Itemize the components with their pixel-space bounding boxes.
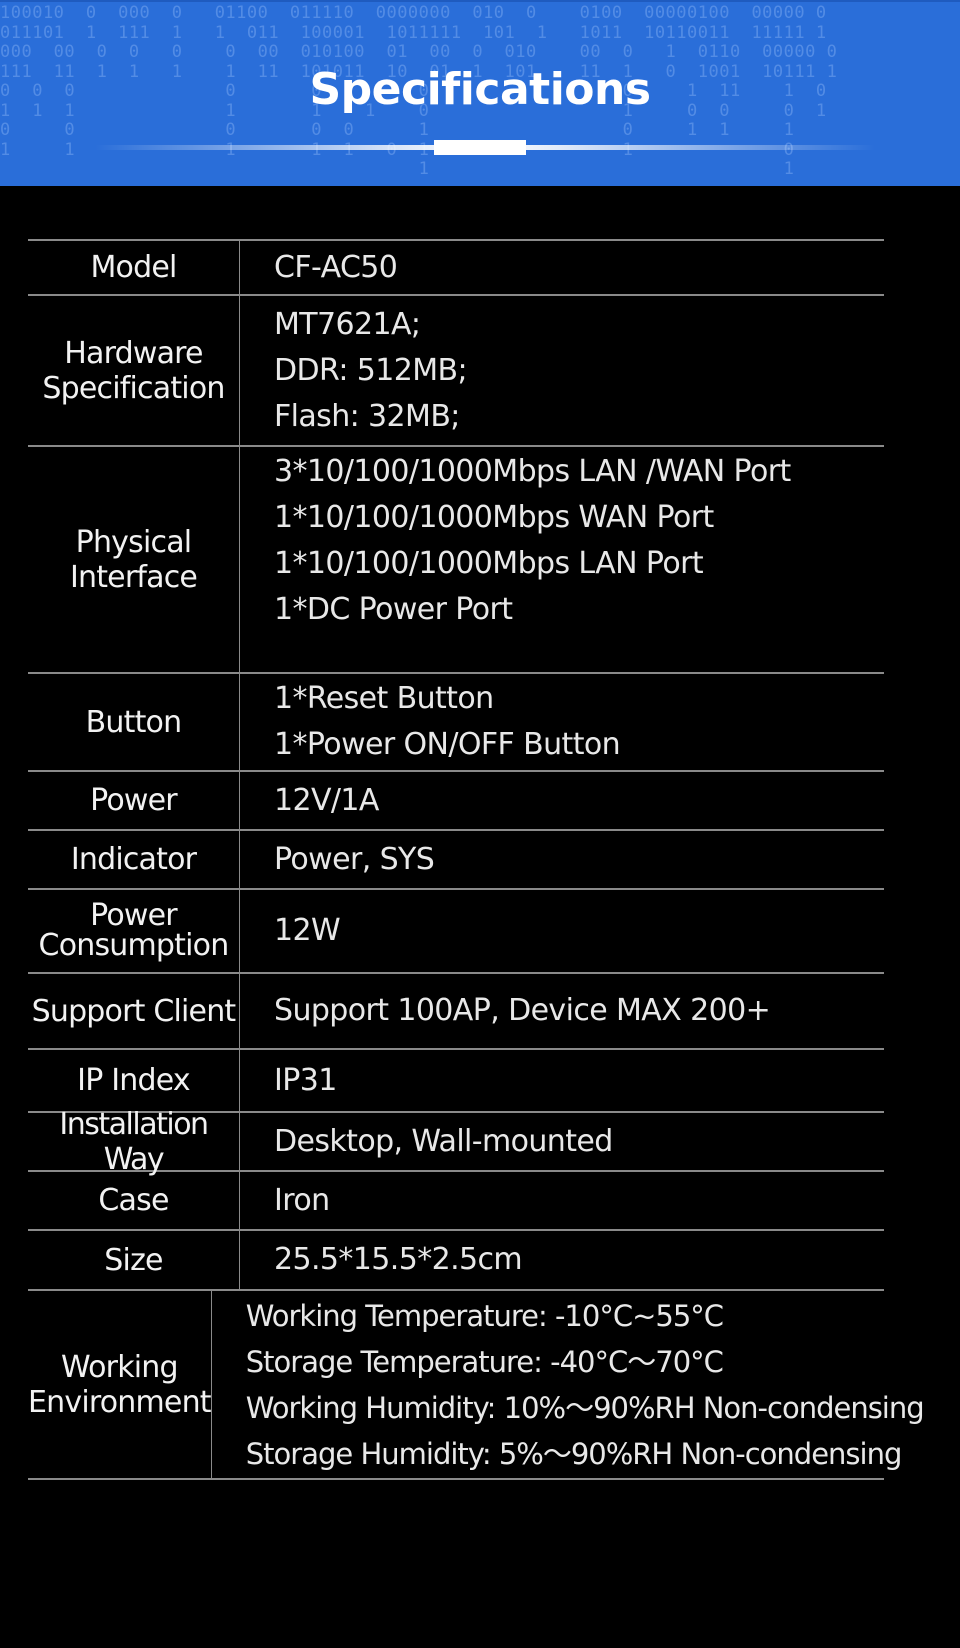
spec-value: MT7621A; DDR: 512MB; Flash: 32MB; <box>240 296 884 445</box>
spec-row-power: Power 12V/1A <box>28 772 884 831</box>
spec-row-working-environment: Working Environment Working Temperature:… <box>28 1291 925 1480</box>
label-line: Interface <box>69 559 198 595</box>
value-line: Iron <box>274 1182 330 1218</box>
spec-value: 12V/1A <box>240 772 884 829</box>
value-line: Storage Humidity: 5%～90%RH Non-condensin… <box>245 1436 903 1471</box>
label-text: Size <box>104 1242 163 1278</box>
spec-label: Installation Way <box>28 1107 240 1177</box>
value-line: Working Humidity: 10%～90%RH Non-condensi… <box>245 1390 925 1425</box>
value-line: IP31 <box>274 1062 337 1098</box>
label-text: Power <box>90 783 178 818</box>
spec-row-indicator: Indicator Power, SYS <box>28 831 884 890</box>
value-line: 12W <box>274 913 341 948</box>
title-underline-bar <box>434 140 526 155</box>
label-text: Support Client <box>31 993 237 1029</box>
spec-value: Iron <box>240 1172 884 1229</box>
spec-label: Hardware Specification <box>28 296 240 445</box>
value-line: Storage Temperature: -40°C～70°C <box>245 1344 724 1379</box>
label-text: Installation Way <box>59 1106 209 1177</box>
spec-label: Model <box>28 241 240 294</box>
spec-value: 3*10/100/1000Mbps LAN /WAN Port 1*10/100… <box>240 447 884 672</box>
spec-row-physical-interface: Physical Interface 3*10/100/1000Mbps LAN… <box>28 447 884 674</box>
spec-value: IP31 <box>240 1050 884 1111</box>
page-title: Specifications <box>309 64 651 115</box>
value-line: Flash: 32MB; <box>274 398 460 434</box>
spec-row-size: Size 25.5*15.5*2.5cm <box>28 1231 884 1291</box>
spec-label: Power Consumption <box>28 890 240 972</box>
value-line: 3*10/100/1000Mbps LAN /WAN Port <box>274 454 791 489</box>
spec-label: Button <box>28 674 240 770</box>
value-line: 25.5*15.5*2.5cm <box>274 1242 523 1277</box>
spec-row-model: Model CF-AC50 <box>28 241 884 296</box>
value-line: 1*DC Power Port <box>274 592 513 627</box>
spec-row-support-client: Support Client Support 100AP, Device MAX… <box>28 974 884 1050</box>
label-line: Hardware <box>64 335 203 371</box>
value-line: 1*Reset Button <box>274 681 494 716</box>
value-line: Working Temperature: -10°C~55°C <box>245 1298 724 1333</box>
value-line: 1*10/100/1000Mbps LAN Port <box>274 546 704 581</box>
spec-label: Indicator <box>28 831 240 888</box>
specifications-table: Model CF-AC50 Hardware Specification MT7… <box>28 239 925 1480</box>
value-line: 1*Power ON/OFF Button <box>274 727 621 762</box>
spec-value: 25.5*15.5*2.5cm <box>240 1231 884 1289</box>
spec-value: Working Temperature: -10°C~55°C Storage … <box>212 1291 925 1478</box>
spec-row-installation-way: Installation Way Desktop, Wall-mounted <box>28 1107 884 1177</box>
label-line: Physical <box>75 524 192 560</box>
label-text: Model <box>90 250 177 285</box>
value-line: 1*10/100/1000Mbps WAN Port <box>274 500 714 535</box>
spec-label: IP Index <box>28 1050 240 1111</box>
label-line: Specification <box>42 370 225 406</box>
value-line: Support 100AP, Device MAX 200+ <box>274 993 771 1028</box>
spec-row-hardware-specification: Hardware Specification MT7621A; DDR: 512… <box>28 296 884 447</box>
spec-value: CF-AC50 <box>240 241 884 294</box>
spec-row-ip-index: IP Index IP31 <box>28 1050 884 1113</box>
spec-row-power-consumption: Power Consumption 12W <box>28 890 884 974</box>
value-line: DDR: 512MB; <box>274 352 468 388</box>
spec-value: 1*Reset Button 1*Power ON/OFF Button <box>240 674 884 770</box>
value-line: Desktop, Wall-mounted <box>274 1123 613 1159</box>
spec-value: Power, SYS <box>240 831 884 888</box>
label-line: Environment <box>28 1384 212 1420</box>
label-line: Working <box>61 1349 179 1385</box>
header-banner: 100010 0 000 0 01100 011110 0000000 010 … <box>0 0 960 186</box>
spec-value: Desktop, Wall-mounted <box>240 1113 884 1170</box>
spec-label: Power <box>28 772 240 829</box>
label-text: Indicator <box>70 842 197 877</box>
label-text: Case <box>98 1183 169 1218</box>
spec-value: Support 100AP, Device MAX 200+ <box>240 974 884 1048</box>
spec-row-button: Button 1*Reset Button 1*Power ON/OFF But… <box>28 674 884 772</box>
spec-row-case: Case Iron <box>28 1172 884 1231</box>
spec-label: Size <box>28 1231 240 1289</box>
value-line: Power, SYS <box>274 841 435 877</box>
spec-label: Support Client <box>28 974 240 1048</box>
spec-label: Working Environment <box>28 1291 212 1478</box>
spec-label: Case <box>28 1172 240 1229</box>
spec-value: 12W <box>240 890 884 972</box>
label-line: Power <box>90 898 178 933</box>
spec-label: Physical Interface <box>28 447 240 672</box>
label-text: IP Index <box>77 1063 190 1098</box>
label-line: Consumption <box>38 928 230 963</box>
value-line: CF-AC50 <box>274 249 398 285</box>
label-text: Button <box>85 704 183 740</box>
value-line: MT7621A; <box>274 306 421 342</box>
value-line: 12V/1A <box>274 782 379 818</box>
